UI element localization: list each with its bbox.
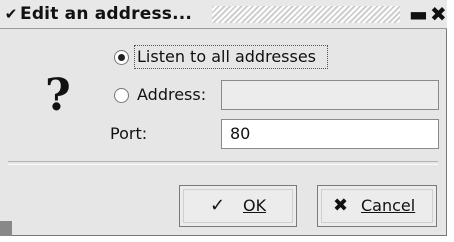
cancel-icon: ✖ (333, 195, 349, 216)
listen-all-radio[interactable] (114, 50, 129, 65)
ok-button[interactable]: ✓ OK (179, 185, 297, 227)
window-corner-shadow (0, 221, 12, 236)
check-icon: ✓ (210, 195, 226, 216)
cancel-button[interactable]: ✖ Cancel (317, 185, 437, 227)
close-icon[interactable]: ✖ (430, 3, 447, 25)
window-title: Edit an address... (20, 4, 193, 24)
address-field[interactable] (221, 80, 439, 110)
question-icon: ? (45, 70, 71, 121)
address-radio[interactable] (114, 88, 129, 103)
address-label[interactable]: Address: (137, 85, 206, 105)
port-field[interactable]: 80 (221, 119, 439, 149)
cancel-label: Cancel (361, 196, 416, 215)
separator (8, 161, 438, 165)
ok-label: OK (243, 196, 267, 215)
title-drag-area[interactable] (212, 6, 400, 23)
port-label: Port: (110, 124, 148, 143)
title-bar[interactable]: ✔ Edit an address... ▬ ✖ (0, 0, 447, 29)
minimize-icon[interactable]: ▬ (409, 3, 428, 25)
edit-address-dialog: ✔ Edit an address... ▬ ✖ ? Listen to all… (0, 0, 447, 236)
listen-all-label[interactable]: Listen to all addresses (137, 47, 316, 67)
chevron-down-icon[interactable]: ✔ (3, 6, 19, 22)
